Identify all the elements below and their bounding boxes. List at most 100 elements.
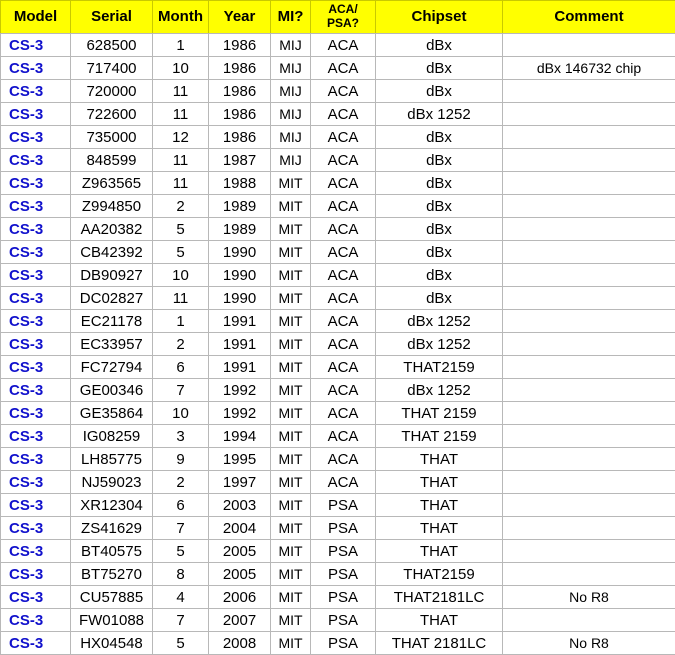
cell-model[interactable]: CS-3 (1, 540, 71, 563)
cell-serial[interactable]: IG08259 (71, 425, 153, 448)
cell-model[interactable]: CS-3 (1, 609, 71, 632)
cell-year[interactable]: 1986 (209, 34, 271, 57)
table-row[interactable]: CS-3BT7527082005MITPSATHAT2159 (1, 563, 675, 586)
cell-serial[interactable]: 722600 (71, 103, 153, 126)
cell-acapsa[interactable]: ACA (311, 149, 376, 172)
table-row[interactable]: CS-3DB90927101990MITACAdBx (1, 264, 675, 287)
cell-month[interactable]: 11 (153, 172, 209, 195)
cell-year[interactable]: 1990 (209, 264, 271, 287)
cell-acapsa[interactable]: ACA (311, 103, 376, 126)
cell-model[interactable]: CS-3 (1, 379, 71, 402)
cell-serial[interactable]: 735000 (71, 126, 153, 149)
cell-serial[interactable]: HX04548 (71, 632, 153, 655)
cell-serial[interactable]: LH85775 (71, 448, 153, 471)
cell-chipset[interactable]: dBx (376, 287, 503, 310)
table-row[interactable]: CS-3DC02827111990MITACAdBx (1, 287, 675, 310)
cell-serial[interactable]: DB90927 (71, 264, 153, 287)
cell-mi[interactable]: MIT (271, 379, 311, 402)
cell-chipset[interactable]: dBx 1252 (376, 333, 503, 356)
cell-mi[interactable]: MIT (271, 632, 311, 655)
cell-chipset[interactable]: dBx (376, 149, 503, 172)
cell-acapsa[interactable]: ACA (311, 34, 376, 57)
cell-month[interactable]: 3 (153, 425, 209, 448)
cell-year[interactable]: 2005 (209, 563, 271, 586)
cell-comment[interactable] (503, 448, 675, 471)
cell-month[interactable]: 12 (153, 126, 209, 149)
cell-chipset[interactable]: THAT (376, 540, 503, 563)
cell-year[interactable]: 2007 (209, 609, 271, 632)
table-row[interactable]: CS-3FC7279461991MITACATHAT2159 (1, 356, 675, 379)
table-row[interactable]: CS-3848599111987MIJACAdBx (1, 149, 675, 172)
cell-acapsa[interactable]: ACA (311, 425, 376, 448)
column-header-acapsa[interactable]: ACA/PSA? (311, 1, 376, 34)
table-row[interactable]: CS-3720000111986MIJACAdBx (1, 80, 675, 103)
cell-month[interactable]: 6 (153, 494, 209, 517)
cell-month[interactable]: 7 (153, 517, 209, 540)
cell-serial[interactable]: 848599 (71, 149, 153, 172)
column-header-year[interactable]: Year (209, 1, 271, 34)
column-header-mi[interactable]: MI? (271, 1, 311, 34)
table-row[interactable]: CS-3GE0034671992MITACAdBx 1252 (1, 379, 675, 402)
table-row[interactable]: CS-3GE35864101992MITACATHAT 2159 (1, 402, 675, 425)
cell-acapsa[interactable]: PSA (311, 632, 376, 655)
cell-mi[interactable]: MIT (271, 356, 311, 379)
cell-mi[interactable]: MIT (271, 586, 311, 609)
cell-acapsa[interactable]: ACA (311, 218, 376, 241)
cell-year[interactable]: 1990 (209, 241, 271, 264)
cell-month[interactable]: 11 (153, 149, 209, 172)
cell-chipset[interactable]: THAT2159 (376, 563, 503, 586)
cell-comment[interactable]: No R8 (503, 632, 675, 655)
cell-month[interactable]: 5 (153, 241, 209, 264)
cell-month[interactable]: 10 (153, 402, 209, 425)
cell-comment[interactable] (503, 287, 675, 310)
cell-mi[interactable]: MIJ (271, 103, 311, 126)
cell-comment[interactable] (503, 34, 675, 57)
cell-acapsa[interactable]: PSA (311, 609, 376, 632)
cell-year[interactable]: 2003 (209, 494, 271, 517)
cell-year[interactable]: 1989 (209, 218, 271, 241)
cell-acapsa[interactable]: ACA (311, 126, 376, 149)
cell-comment[interactable] (503, 149, 675, 172)
cell-mi[interactable]: MIT (271, 609, 311, 632)
cell-comment[interactable] (503, 241, 675, 264)
cell-acapsa[interactable]: PSA (311, 517, 376, 540)
cell-serial[interactable]: EC33957 (71, 333, 153, 356)
cell-acapsa[interactable]: PSA (311, 540, 376, 563)
cell-month[interactable]: 7 (153, 379, 209, 402)
cell-model[interactable]: CS-3 (1, 517, 71, 540)
cell-chipset[interactable]: THAT (376, 471, 503, 494)
cell-acapsa[interactable]: PSA (311, 563, 376, 586)
table-row[interactable]: CS-3FW0108872007MITPSATHAT (1, 609, 675, 632)
cell-mi[interactable]: MIT (271, 333, 311, 356)
cell-year[interactable]: 1986 (209, 103, 271, 126)
cell-comment[interactable] (503, 540, 675, 563)
cell-acapsa[interactable]: ACA (311, 80, 376, 103)
cell-comment[interactable] (503, 333, 675, 356)
cell-model[interactable]: CS-3 (1, 80, 71, 103)
table-row[interactable]: CS-3NJ5902321997MITACATHAT (1, 471, 675, 494)
cell-model[interactable]: CS-3 (1, 241, 71, 264)
cell-year[interactable]: 1990 (209, 287, 271, 310)
cell-acapsa[interactable]: ACA (311, 241, 376, 264)
cell-model[interactable]: CS-3 (1, 57, 71, 80)
cell-comment[interactable] (503, 609, 675, 632)
column-header-chipset[interactable]: Chipset (376, 1, 503, 34)
cell-comment[interactable] (503, 425, 675, 448)
table-row[interactable]: CS-3CU5788542006MITPSATHAT2181LCNo R8 (1, 586, 675, 609)
cell-chipset[interactable]: THAT2159 (376, 356, 503, 379)
cell-month[interactable]: 5 (153, 218, 209, 241)
cell-model[interactable]: CS-3 (1, 333, 71, 356)
cell-mi[interactable]: MIT (271, 172, 311, 195)
cell-year[interactable]: 1992 (209, 379, 271, 402)
cell-model[interactable]: CS-3 (1, 448, 71, 471)
table-row[interactable]: CS-362850011986MIJACAdBx (1, 34, 675, 57)
table-row[interactable]: CS-3717400101986MIJACAdBxdBx 146732 chip (1, 57, 675, 80)
cell-serial[interactable]: EC21178 (71, 310, 153, 333)
cell-month[interactable]: 8 (153, 563, 209, 586)
cell-year[interactable]: 1991 (209, 333, 271, 356)
cell-chipset[interactable]: dBx (376, 195, 503, 218)
cell-mi[interactable]: MIJ (271, 34, 311, 57)
cell-mi[interactable]: MIT (271, 195, 311, 218)
cell-mi[interactable]: MIT (271, 402, 311, 425)
cell-mi[interactable]: MIT (271, 448, 311, 471)
